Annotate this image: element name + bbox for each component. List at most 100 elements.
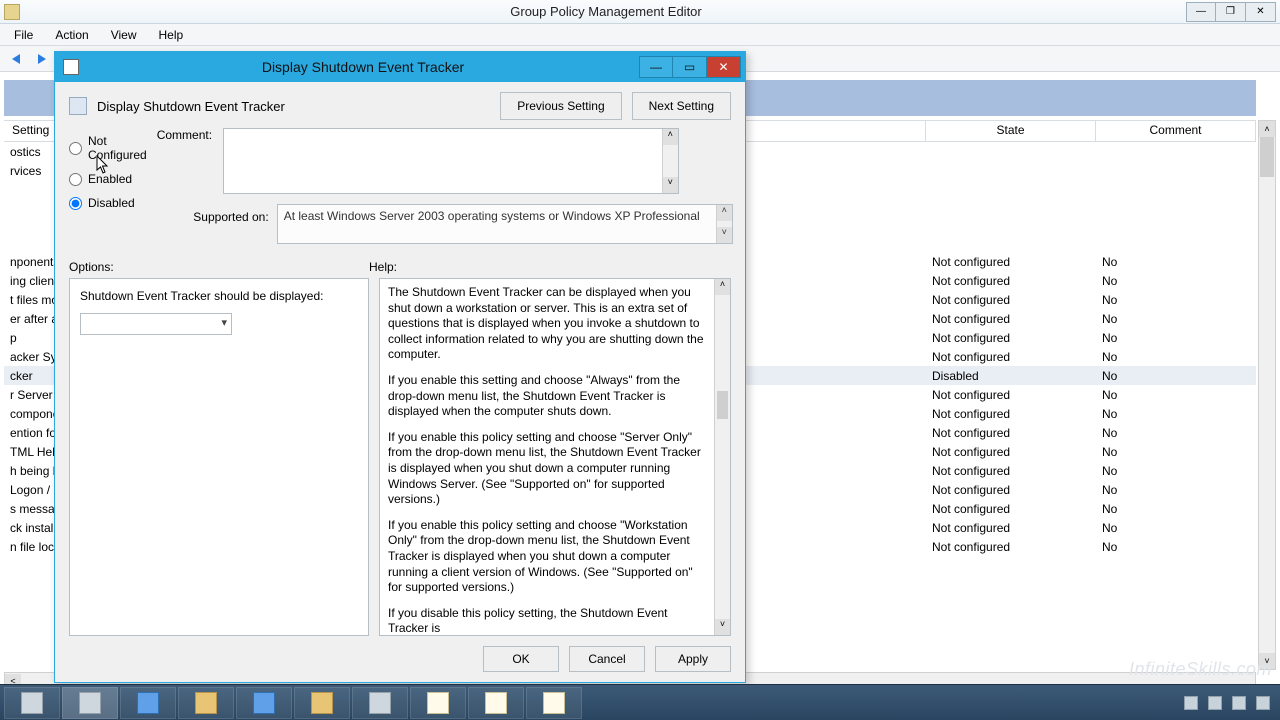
help-scrollbar[interactable]: ˄ ˅: [714, 279, 730, 635]
list-cell-state: Disabled: [926, 369, 1096, 383]
window-controls: — ❐ ✕: [1186, 2, 1276, 22]
help-scroll-thumb[interactable]: [717, 391, 728, 419]
taskbar-app[interactable]: [294, 687, 350, 719]
help-p: If you disable this policy setting, the …: [388, 606, 708, 636]
scroll-up-icon[interactable]: ˄: [1259, 121, 1275, 137]
list-cell-comment: No: [1096, 521, 1256, 535]
menubar: File Action View Help: [0, 24, 1280, 46]
watermark: InfiniteSkills.com: [1129, 659, 1272, 680]
close-button[interactable]: ✕: [1246, 2, 1276, 22]
list-cell-comment: No: [1096, 445, 1256, 459]
taskbar-server-manager[interactable]: [62, 687, 118, 719]
nav-back-button[interactable]: [4, 48, 28, 70]
supported-label: Supported on:: [157, 204, 269, 224]
supported-scrollbar[interactable]: ˄˅: [716, 205, 732, 243]
col-header-state[interactable]: State: [926, 121, 1096, 141]
list-cell-state: Not configured: [926, 274, 1096, 288]
taskbar-notepad[interactable]: [468, 687, 524, 719]
taskbar-notepad[interactable]: [410, 687, 466, 719]
policy-dialog: Display Shutdown Event Tracker — ▭ ✕ Dis…: [54, 51, 746, 683]
list-cell-state: Not configured: [926, 540, 1096, 554]
nav-forward-button[interactable]: [30, 48, 54, 70]
dialog-close-button[interactable]: ✕: [707, 56, 741, 78]
taskbar-notepad[interactable]: [526, 687, 582, 719]
window-title: Group Policy Management Editor: [26, 4, 1186, 19]
list-cell-state: Not configured: [926, 502, 1096, 516]
list-cell-comment: No: [1096, 350, 1256, 364]
menu-action[interactable]: Action: [45, 26, 98, 44]
taskbar-explorer[interactable]: [178, 687, 234, 719]
comment-input[interactable]: ˄˅: [223, 128, 679, 194]
scroll-thumb[interactable]: [1260, 137, 1274, 177]
setting-icon: [69, 97, 87, 115]
system-tray[interactable]: [1184, 696, 1276, 710]
list-cell-comment: No: [1096, 331, 1256, 345]
help-p: The Shutdown Event Tracker can be displa…: [388, 285, 708, 363]
display-mode-dropdown[interactable]: [80, 313, 232, 335]
list-cell-state: Not configured: [926, 464, 1096, 478]
taskbar-start[interactable]: [4, 687, 60, 719]
dialog-minimize-button[interactable]: —: [639, 56, 673, 78]
list-cell-comment: No: [1096, 255, 1256, 269]
list-cell-comment: No: [1096, 407, 1256, 421]
arrow-left-icon: [12, 54, 20, 64]
list-cell-comment: No: [1096, 464, 1256, 478]
dialog-titlebar: Display Shutdown Event Tracker — ▭ ✕: [55, 52, 745, 82]
minimize-button[interactable]: —: [1186, 2, 1216, 22]
help-panel: The Shutdown Event Tracker can be displa…: [379, 278, 731, 636]
arrow-right-icon: [38, 54, 46, 64]
dialog-title: Display Shutdown Event Tracker: [87, 59, 639, 75]
ok-button[interactable]: OK: [483, 646, 559, 672]
radio-enabled[interactable]: Enabled: [69, 172, 147, 186]
list-cell-state: Not configured: [926, 293, 1096, 307]
list-cell-state: Not configured: [926, 426, 1096, 440]
dialog-maximize-button[interactable]: ▭: [673, 56, 707, 78]
list-cell-comment: No: [1096, 293, 1256, 307]
list-cell-state: Not configured: [926, 521, 1096, 535]
options-panel: Shutdown Event Tracker should be display…: [69, 278, 369, 636]
taskbar-app[interactable]: [352, 687, 408, 719]
help-label: Help:: [369, 260, 731, 274]
cancel-button[interactable]: Cancel: [569, 646, 645, 672]
list-cell-state: Not configured: [926, 388, 1096, 402]
setting-name: Display Shutdown Event Tracker: [97, 99, 490, 114]
tray-keyboard-icon[interactable]: [1184, 696, 1198, 710]
supported-on-text: At least Windows Server 2003 operating s…: [277, 204, 733, 244]
radio-not-configured[interactable]: Not Configured: [69, 134, 147, 162]
taskbar-app[interactable]: [236, 687, 292, 719]
maximize-button[interactable]: ❐: [1216, 2, 1246, 22]
next-setting-button[interactable]: Next Setting: [632, 92, 731, 120]
help-p: If you enable this policy setting and ch…: [388, 430, 708, 508]
col-header-comment[interactable]: Comment: [1096, 121, 1256, 141]
taskbar: [0, 684, 1280, 720]
vertical-scrollbar[interactable]: ˄ ˅: [1258, 120, 1276, 670]
tray-network-icon[interactable]: [1232, 696, 1246, 710]
list-cell-state: Not configured: [926, 255, 1096, 269]
previous-setting-button[interactable]: Previous Setting: [500, 92, 621, 120]
state-radio-group: Not Configured Enabled Disabled: [69, 128, 147, 244]
list-cell-comment: No: [1096, 540, 1256, 554]
menu-file[interactable]: File: [4, 26, 43, 44]
tray-flag-icon[interactable]: [1208, 696, 1222, 710]
menu-help[interactable]: Help: [149, 26, 194, 44]
radio-disabled[interactable]: Disabled: [69, 196, 147, 210]
list-cell-comment: No: [1096, 369, 1256, 383]
list-cell-comment: No: [1096, 426, 1256, 440]
list-cell-state: Not configured: [926, 407, 1096, 421]
list-cell-state: Not configured: [926, 350, 1096, 364]
list-cell-state: Not configured: [926, 312, 1096, 326]
comment-scrollbar[interactable]: ˄˅: [662, 129, 678, 193]
list-cell-comment: No: [1096, 502, 1256, 516]
list-cell-state: Not configured: [926, 445, 1096, 459]
options-label: Options:: [69, 260, 369, 274]
dialog-icon: [63, 59, 79, 75]
list-cell-comment: No: [1096, 312, 1256, 326]
tray-volume-icon[interactable]: [1256, 696, 1270, 710]
taskbar-powershell[interactable]: [120, 687, 176, 719]
menu-view[interactable]: View: [101, 26, 147, 44]
list-cell-state: Not configured: [926, 331, 1096, 345]
apply-button[interactable]: Apply: [655, 646, 731, 672]
list-cell-comment: No: [1096, 274, 1256, 288]
titlebar: Group Policy Management Editor — ❐ ✕: [0, 0, 1280, 24]
help-p: If you enable this policy setting and ch…: [388, 518, 708, 596]
